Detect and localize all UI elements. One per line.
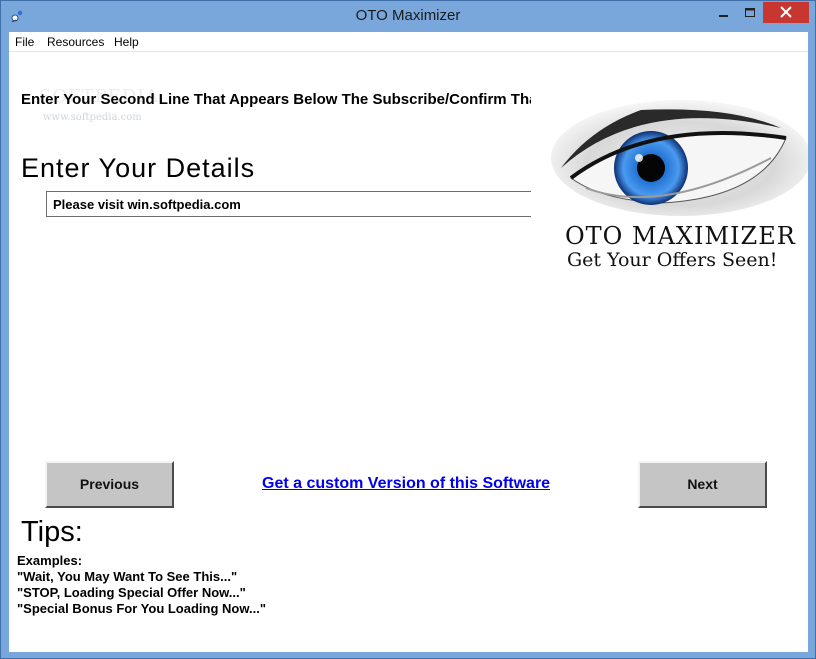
watermark-url: www.softpedia.com	[43, 112, 142, 123]
tips-heading: Tips:	[21, 516, 83, 548]
minimize-icon	[719, 15, 728, 17]
eye-logo-image	[531, 88, 811, 218]
title-bar[interactable]: OTO Maximizer	[1, 1, 815, 32]
tips-line: "Special Bonus For You Loading Now..."	[17, 601, 266, 616]
brand-title: OTO MAXIMIZER	[565, 222, 796, 250]
minimize-button[interactable]	[710, 2, 737, 23]
details-heading: Enter Your Details	[21, 153, 256, 183]
previous-button[interactable]: Previous	[45, 461, 174, 508]
menu-help[interactable]: Help	[114, 35, 139, 49]
tips-line: "STOP, Loading Special Offer Now..."	[17, 585, 246, 600]
menu-resources[interactable]: Resources	[47, 35, 104, 49]
brand-tagline: Get Your Offers Seen!	[567, 249, 778, 271]
second-line-heading: Enter Your Second Line That Appears Belo…	[21, 91, 599, 108]
next-button[interactable]: Next	[638, 461, 767, 508]
tips-list: Examples: "Wait, You May Want To See Thi…	[17, 553, 266, 617]
app-window: OTO Maximizer File Resources Help SOFTPE…	[0, 0, 816, 659]
second-line-input[interactable]	[46, 191, 532, 217]
menu-bar: File Resources Help	[9, 32, 808, 52]
custom-version-link[interactable]: Get a custom Version of this Software	[262, 475, 550, 493]
maximize-icon	[745, 8, 755, 17]
client-area: File Resources Help SOFTPEDIA www.softpe…	[9, 32, 811, 652]
close-button[interactable]	[763, 2, 809, 23]
menu-file[interactable]: File	[15, 35, 34, 49]
window-title: OTO Maximizer	[355, 7, 461, 24]
close-icon	[780, 6, 792, 18]
tips-line: Examples:	[17, 553, 83, 568]
maximize-button[interactable]	[737, 2, 763, 23]
tips-line: "Wait, You May Want To See This..."	[17, 569, 238, 584]
